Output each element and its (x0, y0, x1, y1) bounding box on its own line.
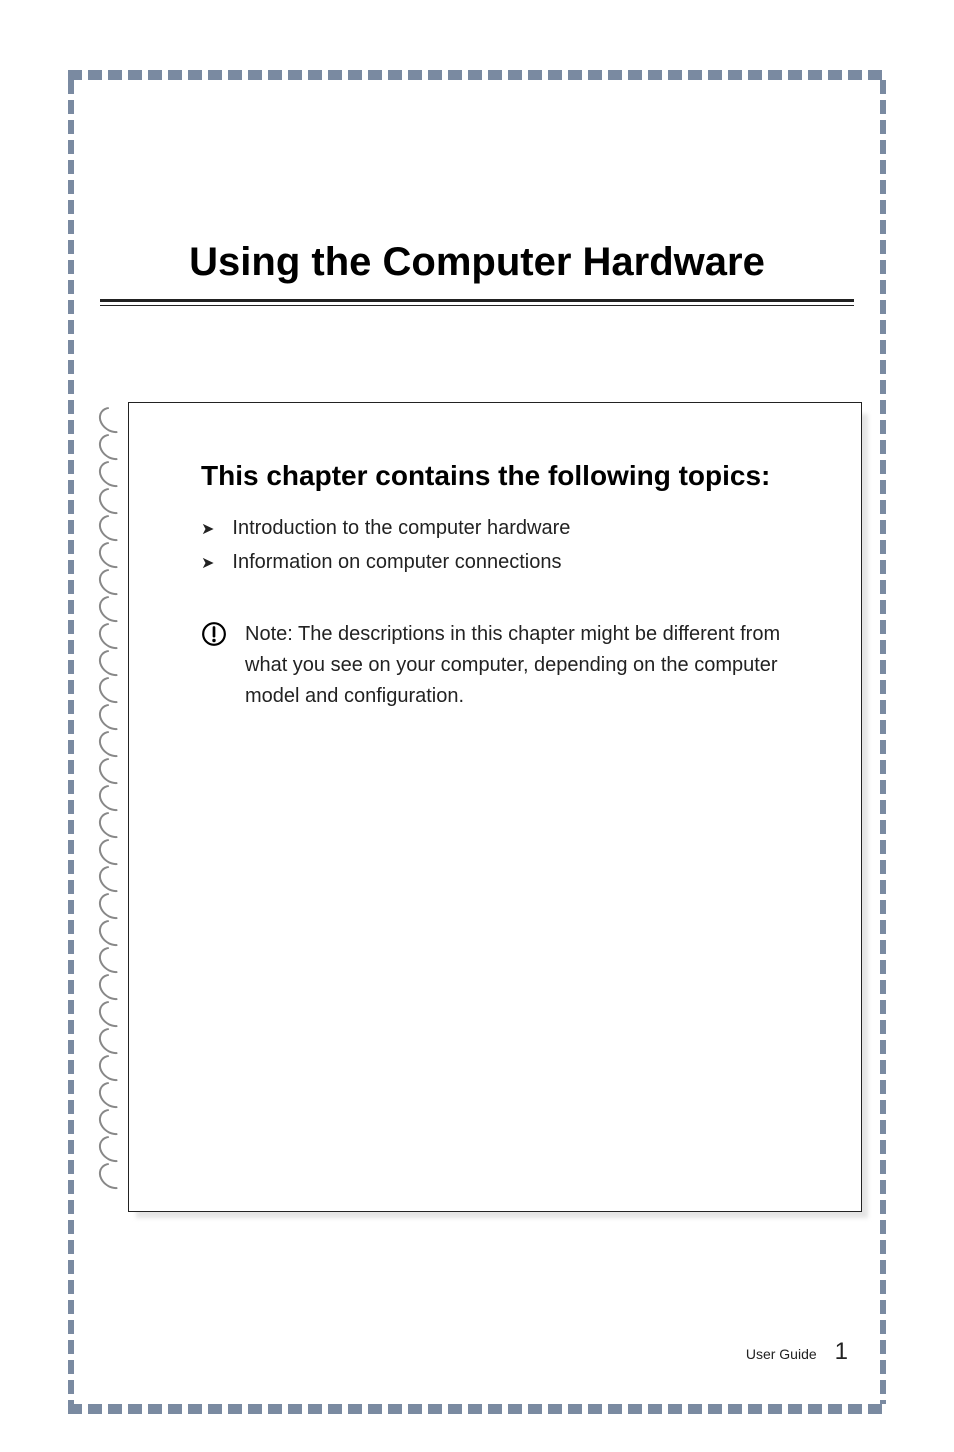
section-heading: This chapter contains the following topi… (201, 457, 821, 495)
arrow-right-icon: ➤ (201, 550, 214, 577)
note-body: The descriptions in this chapter might b… (245, 623, 780, 707)
arrow-right-icon: ➤ (201, 516, 214, 543)
border-bottom (68, 1404, 886, 1414)
alert-circle-icon (201, 621, 227, 647)
page-content: Using the Computer Hardware (74, 80, 880, 1404)
chapter-title-block: Using the Computer Hardware (74, 80, 880, 306)
list-item: ➤ Introduction to the computer hardware (201, 511, 821, 545)
note-label: Note: (245, 623, 293, 645)
divider-thick (100, 299, 854, 302)
topics-card-area: This chapter contains the following topi… (92, 402, 862, 1212)
topics-card: This chapter contains the following topi… (128, 402, 862, 1212)
border-top (68, 70, 886, 80)
border-right (880, 80, 886, 1404)
spiral-icon (94, 1158, 132, 1195)
topic-list: ➤ Introduction to the computer hardware … (201, 511, 821, 579)
topic-text: Information on computer connections (232, 545, 561, 579)
topic-text: Introduction to the computer hardware (232, 511, 570, 545)
note-block: Note: The descriptions in this chapter m… (201, 619, 821, 712)
page-border: Using the Computer Hardware (68, 70, 886, 1414)
footer-label: User Guide (746, 1346, 817, 1362)
chapter-title: Using the Computer Hardware (100, 240, 854, 285)
page-footer: User Guide 1 (746, 1338, 848, 1366)
page-number: 1 (835, 1338, 848, 1366)
note-text: Note: The descriptions in this chapter m… (245, 619, 821, 712)
list-item: ➤ Information on computer connections (201, 545, 821, 579)
divider-thin (100, 305, 854, 306)
